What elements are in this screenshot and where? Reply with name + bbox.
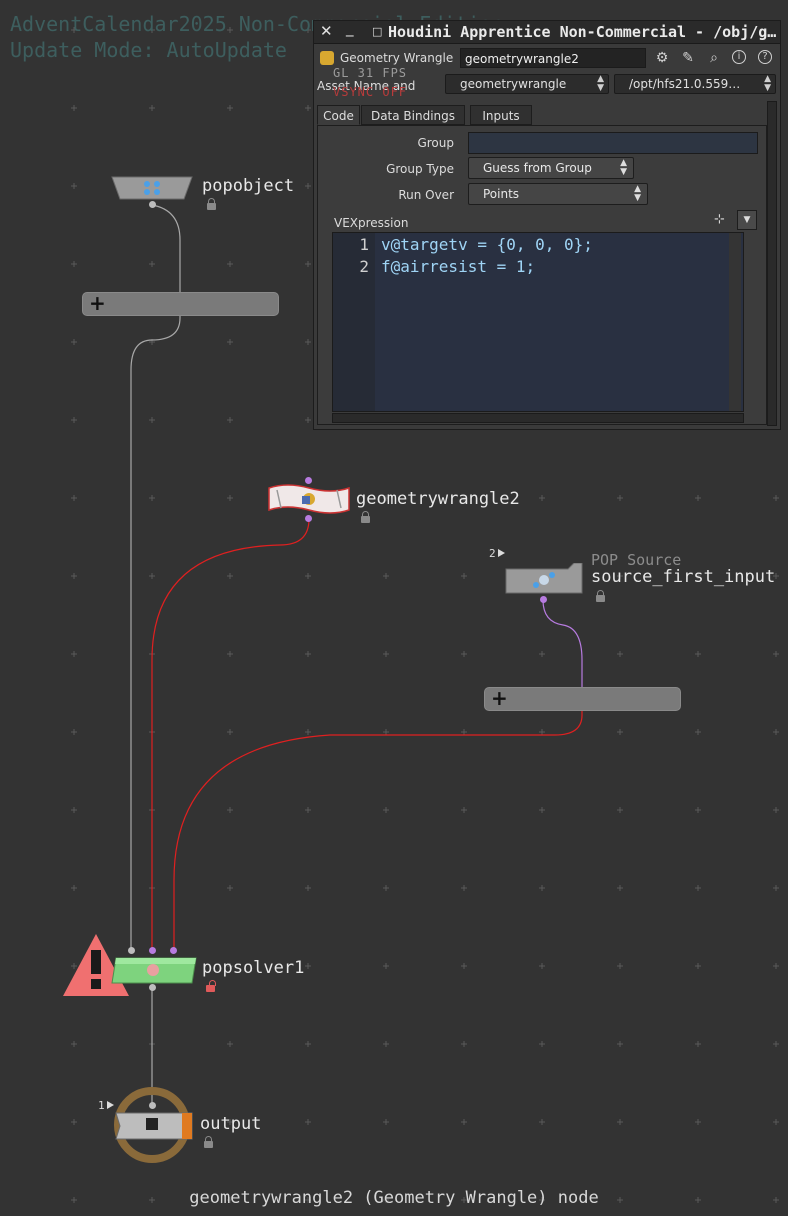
output-node-icon [114,1087,193,1163]
group-type-dropdown[interactable]: Guess from Group ▲ ▼ [468,157,634,179]
popobject-output-connector[interactable] [149,201,156,208]
gear-icon[interactable]: ⚙ [654,50,670,66]
line-number: 2 [359,257,369,276]
group-type-value: Guess from Group [483,161,592,175]
wrangle-output-connector[interactable] [305,515,312,522]
expand-plus-icon[interactable]: + [491,686,508,710]
wire-netbox-popsolver [173,700,583,950]
code-line[interactable]: f@airresist = 1; [381,257,535,276]
asset-name-dropdown[interactable]: geometrywrangle ▲ ▼ [445,74,609,94]
lock-icon[interactable] [596,590,605,602]
vex-menu-chevron-icon[interactable]: ▼ [737,210,757,230]
vexpression-label: VEXpression [334,216,409,230]
input-count-badge: 1 [98,1099,105,1112]
popsolver-label: popsolver1 [202,958,305,978]
editor-hscrollbar[interactable] [332,413,744,423]
updown-icon: ▲ ▼ [620,158,627,177]
group-label: Group [417,136,454,150]
info-icon[interactable]: i [732,50,746,64]
tab-inputs[interactable]: Inputs [470,105,532,125]
lock-icon[interactable] [361,511,370,523]
popsolver-input-2[interactable] [149,947,156,954]
editor-vscrollbar[interactable] [729,233,741,411]
brush-icon[interactable]: ✎ [680,50,696,66]
parameter-panel[interactable]: ✕ _ □ Houdini Apprentice Non-Commercial … [313,19,781,430]
popsolver-input-1[interactable] [128,947,135,954]
updown-icon: ▲ ▼ [764,74,771,93]
asset-path-value: /opt/hfs21.0.559… [629,77,741,91]
code-line[interactable]: v@targetv = {0, 0, 0}; [381,235,593,254]
network-box-1[interactable]: + [82,291,279,316]
updown-icon: ▲ ▼ [597,74,604,93]
status-bar-text: geometrywrangle2 (Geometry Wrangle) node [189,1188,599,1208]
tab-data-bindings[interactable]: Data Bindings [361,105,465,125]
popsolver-node[interactable] [110,955,200,989]
vex-code-editor[interactable]: 1 2 v@targetv = {0, 0, 0}; f@airresist =… [332,232,744,412]
popobject-node-icon [111,176,193,200]
source-output-connector[interactable] [540,596,547,603]
search-icon[interactable]: ⌕ [706,50,722,66]
network-box-2[interactable]: + [484,686,681,711]
run-over-value: Points [483,187,520,201]
pop-source-label: source_first_input [591,567,776,587]
wrangle-type-icon [320,51,334,65]
popsolver-output-connector[interactable] [149,984,156,991]
wire-popobject-popsolver [130,204,181,950]
maximize-icon[interactable]: □ [372,25,382,38]
geometrywrangle-label: geometrywrangle2 [356,489,520,509]
add-spare-parm-icon[interactable]: ⊹ [714,212,725,227]
expand-triangle-icon[interactable] [498,549,505,557]
panel-titlebar[interactable]: ✕ _ □ Houdini Apprentice Non-Commercial … [314,19,780,44]
wire-source-netbox [542,599,583,700]
pop-source-node-icon [505,562,583,594]
run-over-dropdown[interactable]: Points ▲ ▼ [468,183,648,205]
node-type-label: Geometry Wrangle [340,51,454,65]
unlock-icon[interactable] [206,980,216,992]
group-field[interactable] [468,132,758,154]
run-over-label: Run Over [398,188,454,202]
node-name-field[interactable]: geometrywrangle2 [460,48,646,68]
line-number: 1 [359,235,369,254]
code-tab-content: Group Group Type Guess from Group ▲ ▼ Run… [317,125,767,425]
pop-source-node[interactable] [504,562,584,599]
lock-icon[interactable] [204,1136,213,1148]
vsync-overlay: VSYNC OFF [333,85,408,99]
tab-code[interactable]: Code [317,105,360,125]
updown-icon: ▲ ▼ [634,184,641,203]
wrangle-node-icon [268,484,350,514]
group-type-label: Group Type [386,162,454,176]
minimize-icon[interactable]: _ [346,19,354,37]
output-label: output [200,1114,262,1134]
asset-path-dropdown[interactable]: /opt/hfs21.0.559… ▲ ▼ [614,74,776,94]
panel-vscrollbar[interactable] [767,101,777,426]
output-node[interactable] [110,1085,194,1169]
expand-plus-icon[interactable]: + [89,291,106,315]
asset-name-value: geometrywrangle [460,77,567,91]
wrangle-input-connector[interactable] [305,477,312,484]
panel-title: Houdini Apprentice Non-Commercial - /obj… [388,23,777,41]
popsolver-input-3[interactable] [170,947,177,954]
popsolver-node-icon [111,957,197,984]
close-icon[interactable]: ✕ [320,22,333,40]
output-input-connector[interactable] [149,1102,156,1109]
lock-icon[interactable] [207,198,216,210]
help-icon[interactable]: ? [758,50,772,64]
input-count-badge: 2 [489,547,496,560]
wire-wrangle-popsolver [151,518,310,950]
popobject-label: popobject [202,176,295,196]
